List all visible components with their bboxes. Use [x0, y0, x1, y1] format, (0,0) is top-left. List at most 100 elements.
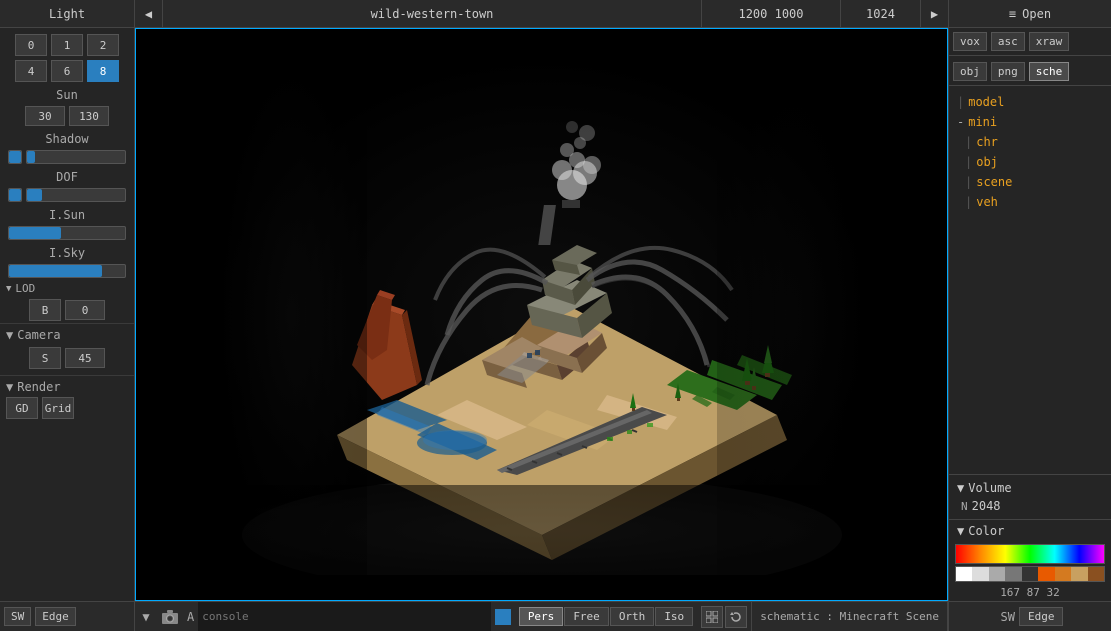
- color-gradient[interactable]: [955, 544, 1105, 564]
- tab-obj[interactable]: obj: [953, 62, 987, 81]
- left-panel: 0 1 2 4 6 8 Sun Shadow DOF: [0, 28, 135, 601]
- top-bar-title: wild-western-town: [163, 7, 701, 21]
- right-spacer: [949, 212, 1111, 474]
- swatch-gray[interactable]: [989, 567, 1005, 581]
- view-free-btn[interactable]: Free: [564, 607, 609, 626]
- bottom-status: schematic : Minecraft Scene: [751, 602, 948, 631]
- view-pers-btn[interactable]: Pers: [519, 607, 564, 626]
- console-input[interactable]: [198, 602, 491, 631]
- swatch-white[interactable]: [956, 567, 972, 581]
- num-btn-0[interactable]: 0: [15, 34, 47, 56]
- grid-icon: [706, 611, 718, 623]
- edge-btn[interactable]: Edge: [35, 607, 76, 626]
- isun-slider[interactable]: [8, 226, 126, 240]
- tree-item-scene[interactable]: | scene: [949, 172, 1111, 192]
- render-label: Render: [17, 380, 60, 394]
- camera-s-btn[interactable]: S: [29, 347, 61, 369]
- tree-pipe-chr: |: [965, 135, 972, 149]
- top-bar-left: Light: [0, 0, 135, 27]
- lod-val[interactable]: [65, 300, 105, 320]
- num-btn-6[interactable]: 6: [51, 60, 83, 82]
- volume-section: ▼ Volume N 2048: [949, 474, 1111, 519]
- tree-label-chr: chr: [976, 135, 998, 149]
- scene-svg: [217, 55, 867, 575]
- lod-label: LOD: [15, 282, 35, 295]
- camera-label: Camera: [17, 328, 60, 342]
- render-grid-btn[interactable]: Grid: [42, 397, 74, 419]
- tree-label-veh: veh: [976, 195, 998, 209]
- tree-container: | model - mini | chr | obj | scene | veh: [949, 92, 1111, 212]
- bottom-left: SW Edge: [0, 602, 135, 631]
- top-bar: Light ◀ wild-western-town 1200 1000 1024…: [0, 0, 1111, 28]
- color-label: Color: [968, 524, 1004, 538]
- sun-val1[interactable]: [25, 106, 65, 126]
- tree-pipe-1: |: [957, 95, 964, 109]
- tab-sche[interactable]: sche: [1029, 62, 1070, 81]
- tree-label-obj: obj: [976, 155, 998, 169]
- color-header: ▼ Color: [949, 520, 1111, 542]
- tree-item-obj[interactable]: | obj: [949, 152, 1111, 172]
- shadow-slider-container: [0, 148, 134, 166]
- render-triangle: ▼: [6, 380, 13, 394]
- tab-vox[interactable]: vox: [953, 32, 987, 51]
- viewport[interactable]: [135, 28, 948, 601]
- tab-xraw[interactable]: xraw: [1029, 32, 1070, 51]
- volume-label: Volume: [968, 481, 1011, 495]
- shadow-label: Shadow: [0, 128, 134, 148]
- shadow-slider[interactable]: [26, 150, 126, 164]
- color-rgb-display: 167 87 32: [949, 584, 1111, 601]
- tree-item-veh[interactable]: | veh: [949, 192, 1111, 212]
- right-panel: vox asc xraw obj png sche | model - mini…: [948, 28, 1111, 601]
- color-triangle: ▼: [957, 524, 964, 538]
- lod-triangle: ▼: [6, 284, 11, 294]
- swatch-orange1[interactable]: [1038, 567, 1054, 581]
- swatch-lgray[interactable]: [972, 567, 988, 581]
- top-bar-arrow-left[interactable]: ◀: [135, 0, 163, 27]
- reset-view-btn[interactable]: [725, 606, 747, 628]
- tree-item-mini[interactable]: - mini: [949, 112, 1111, 132]
- num-btn-row-1: 0 1 2: [0, 32, 134, 58]
- bottom-edge-btn[interactable]: Edge: [1019, 607, 1064, 626]
- lod-b-btn[interactable]: B: [29, 299, 61, 321]
- sun-val2[interactable]: [69, 106, 109, 126]
- isky-slider[interactable]: [8, 264, 126, 278]
- volume-row: N 2048: [953, 497, 1107, 515]
- num-btn-8[interactable]: 8: [87, 60, 119, 82]
- swatch-tan[interactable]: [1071, 567, 1087, 581]
- dof-slider-small[interactable]: [8, 188, 22, 202]
- bottom-sw-label: SW: [997, 610, 1019, 624]
- bottom-bar: SW Edge ▼ A Pers Free Orth Iso: [0, 601, 1111, 631]
- top-bar-open[interactable]: ≡ Open: [949, 7, 1111, 21]
- top-bar-dims: 1200 1000: [701, 0, 841, 27]
- sw-btn[interactable]: SW: [4, 607, 31, 626]
- sun-vals: [0, 104, 134, 128]
- camera-vals: S: [6, 345, 128, 371]
- view-orth-btn[interactable]: Orth: [610, 607, 655, 626]
- camera-btn[interactable]: [157, 610, 183, 624]
- tab-png[interactable]: png: [991, 62, 1025, 81]
- tab-asc[interactable]: asc: [991, 32, 1025, 51]
- bottom-main: ▼ A Pers Free Orth Iso: [135, 602, 948, 631]
- top-bar-left-label: Light: [49, 7, 85, 21]
- top-bar-arrow-right[interactable]: ▶: [921, 0, 949, 27]
- render-gd-btn[interactable]: GD: [6, 397, 38, 419]
- view-iso-btn[interactable]: Iso: [655, 607, 693, 626]
- grid-view-btn[interactable]: [701, 606, 723, 628]
- swatch-brown[interactable]: [1088, 567, 1104, 581]
- camera-val[interactable]: [65, 348, 105, 368]
- bottom-arrow-btn[interactable]: ▼: [135, 610, 157, 624]
- dof-slider[interactable]: [26, 188, 126, 202]
- swatch-dgray[interactable]: [1005, 567, 1021, 581]
- shadow-slider-small[interactable]: [8, 150, 22, 164]
- num-btn-row-2: 4 6 8: [0, 58, 134, 84]
- right-tabs-2: obj png sche: [949, 58, 1111, 86]
- tree-item-model[interactable]: | model: [949, 92, 1111, 112]
- isun-slider-container: [0, 224, 134, 242]
- tree-label-model: model: [968, 95, 1004, 109]
- num-btn-4[interactable]: 4: [15, 60, 47, 82]
- num-btn-1[interactable]: 1: [51, 34, 83, 56]
- swatch-black[interactable]: [1022, 567, 1038, 581]
- tree-item-chr[interactable]: | chr: [949, 132, 1111, 152]
- num-btn-2[interactable]: 2: [87, 34, 119, 56]
- swatch-orange2[interactable]: [1055, 567, 1071, 581]
